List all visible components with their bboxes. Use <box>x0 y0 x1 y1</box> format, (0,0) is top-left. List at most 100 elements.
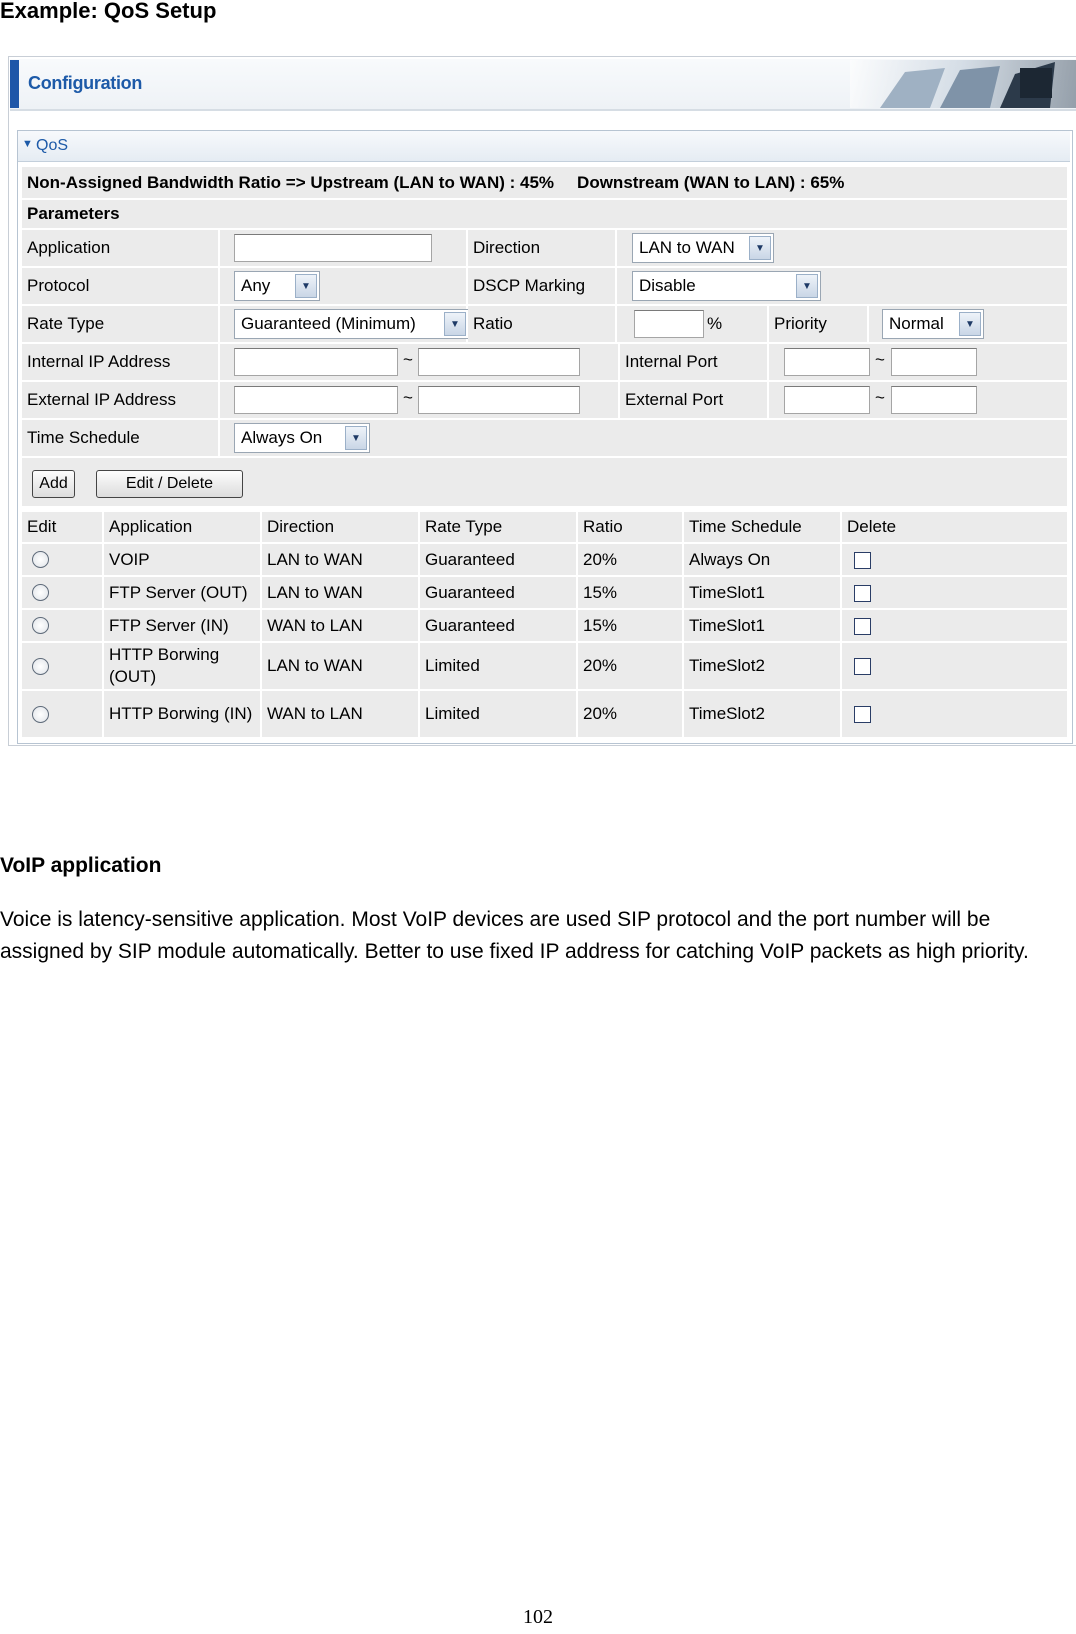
external-port-label: External Port <box>620 382 767 418</box>
application-input[interactable] <box>234 234 432 262</box>
internal-port-start-input[interactable] <box>784 348 870 376</box>
ratio-cell: 15% <box>578 577 682 608</box>
delete-checkbox[interactable] <box>854 618 871 635</box>
external-ip-start-input[interactable] <box>234 386 398 414</box>
edit-cell <box>22 544 102 575</box>
column-header-application: Application <box>104 512 260 542</box>
header-office-graphic <box>850 60 1076 108</box>
priority-value: Normal <box>889 314 944 333</box>
column-header-edit: Edit <box>22 512 102 542</box>
protocol-value: Any <box>241 276 271 295</box>
protocol-select[interactable]: Any ▼ <box>234 271 320 301</box>
internal-port-label: Internal Port <box>620 344 767 380</box>
application-cell: FTP Server (OUT) <box>104 577 260 608</box>
header-accent-bar <box>10 60 19 108</box>
collapse-triangle-icon[interactable]: ▼ <box>22 138 33 150</box>
rate-type-cell: Guaranteed <box>420 610 576 641</box>
edit-cell <box>22 610 102 641</box>
priority-select[interactable]: Normal ▼ <box>882 309 984 339</box>
dscp-select[interactable]: Disable ▼ <box>632 271 821 301</box>
protocol-label: Protocol <box>22 268 218 304</box>
time-schedule-cell: TimeSlot2 <box>684 643 840 689</box>
qos-title: QoS <box>36 137 69 154</box>
chevron-down-icon[interactable]: ▼ <box>796 274 818 298</box>
edit-cell <box>22 643 102 689</box>
edit-cell <box>22 577 102 608</box>
application-cell: VOIP <box>104 544 260 575</box>
qos-title-bar[interactable] <box>18 131 1070 162</box>
delete-cell <box>842 610 1067 641</box>
time-schedule-cell: TimeSlot1 <box>684 610 840 641</box>
dscp-value: Disable <box>639 276 696 295</box>
add-button[interactable]: Add <box>32 470 75 498</box>
time-schedule-cell: Always On <box>684 544 840 575</box>
rate-type-value: Guaranteed (Minimum) <box>241 314 416 333</box>
application-cell: FTP Server (IN) <box>104 610 260 641</box>
delete-checkbox[interactable] <box>854 552 871 569</box>
rate-type-label: Rate Type <box>22 306 218 342</box>
internal-port-end-input[interactable] <box>891 348 977 376</box>
rate-type-cell: Guaranteed <box>420 577 576 608</box>
time-schedule-value: Always On <box>241 428 323 447</box>
application-cell: HTTP Borwing (IN) <box>104 691 260 737</box>
chevron-down-icon[interactable]: ▼ <box>959 312 981 336</box>
internal-ip-label: Internal IP Address <box>22 344 218 380</box>
direction-select[interactable]: LAN to WAN ▼ <box>632 233 774 263</box>
chevron-down-icon[interactable]: ▼ <box>444 312 466 336</box>
range-separator: ~ <box>403 350 413 369</box>
ratio-cell: 15% <box>578 610 682 641</box>
direction-value: LAN to WAN <box>639 238 735 257</box>
voip-paragraph: Voice is latency-sensitive application. … <box>0 908 1029 963</box>
time-schedule-select[interactable]: Always On ▼ <box>234 423 370 453</box>
edit-delete-button[interactable]: Edit / Delete <box>96 470 243 498</box>
rate-type-cell: Guaranteed <box>420 544 576 575</box>
chevron-down-icon[interactable]: ▼ <box>295 274 317 298</box>
delete-checkbox[interactable] <box>854 585 871 602</box>
ratio-cell: 20% <box>578 544 682 575</box>
external-ip-end-input[interactable] <box>418 386 580 414</box>
time-schedule-cell: TimeSlot2 <box>684 691 840 737</box>
rate-type-cell: Limited <box>420 643 576 689</box>
voip-heading: VoIP application <box>0 854 162 877</box>
ratio-cell: 20% <box>578 691 682 737</box>
edit-radio[interactable] <box>32 658 49 675</box>
column-header-time-schedule: Time Schedule <box>684 512 840 542</box>
direction-cell: LAN to WAN <box>262 577 418 608</box>
internal-ip-end-input[interactable] <box>418 348 580 376</box>
delete-cell <box>842 544 1067 575</box>
edit-radio[interactable] <box>32 706 49 723</box>
bandwidth-upstream: Non-Assigned Bandwidth Ratio => Upstream… <box>27 172 555 192</box>
priority-label: Priority <box>769 306 867 342</box>
bandwidth-ratio-row: Non-Assigned Bandwidth Ratio => Upstream… <box>22 167 1067 198</box>
ratio-cell: 20% <box>578 643 682 689</box>
internal-ip-start-input[interactable] <box>234 348 398 376</box>
column-header-delete: Delete <box>842 512 1067 542</box>
column-header-direction: Direction <box>262 512 418 542</box>
dscp-label: DSCP Marking <box>468 268 615 304</box>
direction-cell: LAN to WAN <box>262 544 418 575</box>
rate-type-cell: Limited <box>420 691 576 737</box>
range-separator: ~ <box>403 388 413 407</box>
configuration-title: Configuration <box>28 73 143 93</box>
direction-cell: LAN to WAN <box>262 643 418 689</box>
ratio-input[interactable] <box>634 310 704 338</box>
column-header-rate-type: Rate Type <box>420 512 576 542</box>
direction-label: Direction <box>468 230 615 266</box>
edit-radio[interactable] <box>32 551 49 568</box>
chevron-down-icon[interactable]: ▼ <box>345 426 367 450</box>
chevron-down-icon[interactable]: ▼ <box>749 236 771 260</box>
delete-cell <box>842 643 1067 689</box>
time-schedule-label: Time Schedule <box>22 420 218 456</box>
parameters-heading: Parameters <box>22 200 1067 228</box>
delete-checkbox[interactable] <box>854 706 871 723</box>
edit-cell <box>22 691 102 737</box>
external-port-start-input[interactable] <box>784 386 870 414</box>
time-schedule-cell: TimeSlot1 <box>684 577 840 608</box>
rate-type-select[interactable]: Guaranteed (Minimum) ▼ <box>234 309 469 339</box>
edit-radio[interactable] <box>32 617 49 634</box>
edit-radio[interactable] <box>32 584 49 601</box>
delete-checkbox[interactable] <box>854 658 871 675</box>
application-cell: HTTP Borwing (OUT) <box>104 643 260 689</box>
external-port-end-input[interactable] <box>891 386 977 414</box>
direction-cell: WAN to LAN <box>262 691 418 737</box>
